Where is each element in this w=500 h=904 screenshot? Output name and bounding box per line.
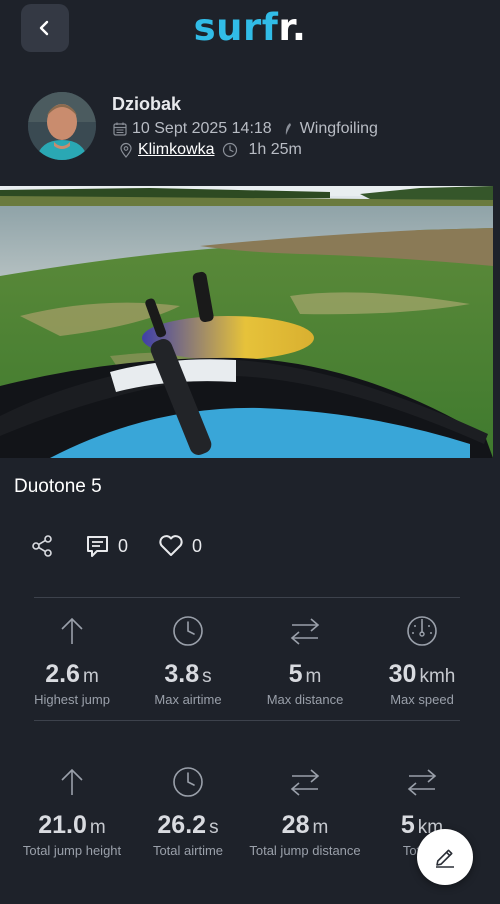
clock-icon — [173, 616, 203, 646]
stat-unit: m — [89, 817, 106, 838]
session-duration: 1h 25m — [248, 141, 302, 158]
share-icon — [32, 535, 52, 557]
arrow-up-icon — [61, 617, 83, 644]
clock-icon — [173, 767, 203, 797]
divider — [34, 597, 460, 598]
location-pin-icon — [118, 142, 134, 158]
arrows-exchange-icon — [290, 618, 320, 645]
stat-unit: m — [82, 666, 99, 687]
stat-unit: m — [305, 666, 322, 687]
likes-count: 0 — [192, 535, 203, 556]
share-button[interactable] — [30, 534, 54, 558]
session-activity: Wingfoiling — [299, 120, 378, 137]
arrows-exchange-icon — [407, 769, 437, 796]
stat-unit: s — [209, 817, 219, 838]
stat-label: Max speed — [390, 692, 454, 707]
calendar-icon — [112, 121, 128, 137]
stat-max-airtime: 3.8 s Max airtime — [130, 614, 246, 707]
comments-button[interactable]: 0 — [85, 534, 128, 559]
session-date-row: 10 Sept 2025 14:18 Wingfoiling — [112, 120, 378, 138]
stat-max-speed: 30 kmh Max speed — [364, 614, 480, 707]
logo-text-main: surf — [193, 6, 279, 49]
app-logo: surfr. — [0, 6, 500, 49]
stat-value: 3.8 — [164, 660, 200, 688]
stat-total-jump-height: 21.0 m Total jump height — [14, 765, 130, 858]
top-bar: surfr. — [0, 0, 500, 60]
speedometer-icon — [407, 616, 437, 646]
social-actions: 0 0 — [0, 530, 500, 566]
comment-icon — [87, 536, 108, 557]
stat-label: Max distance — [266, 692, 344, 707]
edit-button[interactable] — [417, 829, 473, 885]
stat-label: Total airtime — [152, 843, 224, 858]
clock-icon — [222, 142, 238, 158]
stat-value: 5 — [288, 660, 303, 688]
stat-unit: s — [202, 666, 212, 687]
pencil-icon — [436, 849, 454, 868]
stat-value: 2.6 — [45, 660, 80, 688]
like-button[interactable]: 0 — [158, 534, 202, 558]
divider — [34, 720, 460, 721]
avatar[interactable] — [28, 92, 96, 160]
stat-value: 26.2 — [157, 811, 207, 839]
stat-value: 30 — [388, 660, 417, 688]
stat-value: 28 — [281, 811, 310, 839]
arrows-exchange-icon — [290, 769, 320, 796]
arrow-up-icon — [61, 768, 83, 795]
stat-label: Total jump height — [22, 843, 122, 858]
session-photo[interactable] — [0, 186, 493, 458]
heart-icon — [159, 535, 183, 556]
logo-text-accent: r. — [278, 6, 307, 49]
stat-max-distance: 5m Max distance — [247, 614, 363, 707]
stat-total-jump-distance: 28 m Total jump distance — [247, 765, 363, 858]
wing-icon — [280, 121, 296, 137]
stat-total-airtime: 26.2 s Total airtime — [130, 765, 246, 858]
stat-unit: kmh — [419, 666, 456, 687]
session-date: 10 Sept 2025 14:18 — [132, 120, 272, 137]
stat-label: Max airtime — [154, 692, 222, 707]
location-link[interactable]: Klimkowka — [138, 141, 214, 159]
stat-highest-jump: 2.6 m Highest jump — [14, 614, 130, 707]
username[interactable]: Dziobak — [112, 94, 181, 115]
stat-value: 21.0 — [38, 811, 87, 839]
session-location-row: Klimkowka 1h 25m — [112, 141, 302, 159]
stat-unit: m — [312, 817, 329, 838]
stat-label: Highest jump — [34, 692, 110, 707]
stat-label: Total jump distance — [249, 843, 361, 858]
comments-count: 0 — [118, 536, 129, 556]
session-header: Dziobak 10 Sept 2025 14:18 Wingfoiling K… — [0, 88, 500, 168]
stat-value: 5 — [400, 811, 415, 839]
equipment-title: Duotone 5 — [14, 476, 102, 497]
